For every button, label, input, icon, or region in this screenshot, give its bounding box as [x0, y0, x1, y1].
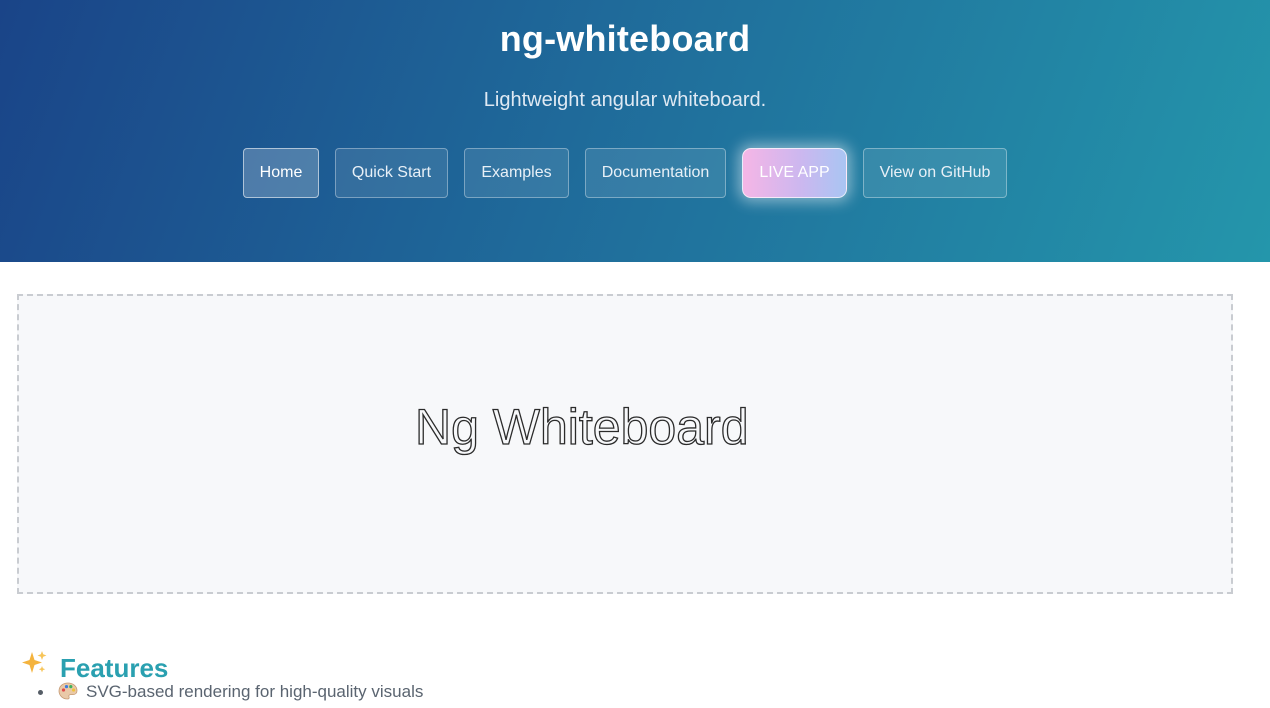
bullet-icon: [38, 690, 43, 695]
whiteboard-demo-canvas[interactable]: Ng Whiteboard: [17, 294, 1233, 594]
nav-home-button[interactable]: Home: [243, 148, 319, 198]
features-heading-label: Features: [60, 652, 169, 683]
features-heading: Features: [20, 649, 168, 685]
nav-github-button[interactable]: View on GitHub: [863, 148, 1007, 198]
hero-header: ng-whiteboard Lightweight angular whiteb…: [0, 0, 1270, 262]
sparkles-icon: [20, 649, 50, 684]
whiteboard-outlined-text: Ng Whiteboard: [415, 399, 749, 455]
page-subtitle: Lightweight angular whiteboard.: [483, 89, 767, 111]
nav-quick-start-button[interactable]: Quick Start: [335, 148, 448, 198]
page-title: ng-whiteboard: [499, 18, 751, 59]
nav-documentation-button[interactable]: Documentation: [585, 148, 726, 198]
nav-live-app-button[interactable]: LIVE APP: [742, 148, 847, 198]
list-item: SVG-based rendering for high-quality vis…: [38, 682, 423, 702]
features-list: SVG-based rendering for high-quality vis…: [38, 682, 423, 702]
palette-icon: [58, 682, 78, 700]
whiteboard-svg[interactable]: Ng Whiteboard: [19, 296, 1231, 592]
nav-examples-button[interactable]: Examples: [464, 148, 569, 198]
feature-text: SVG-based rendering for high-quality vis…: [86, 682, 424, 701]
